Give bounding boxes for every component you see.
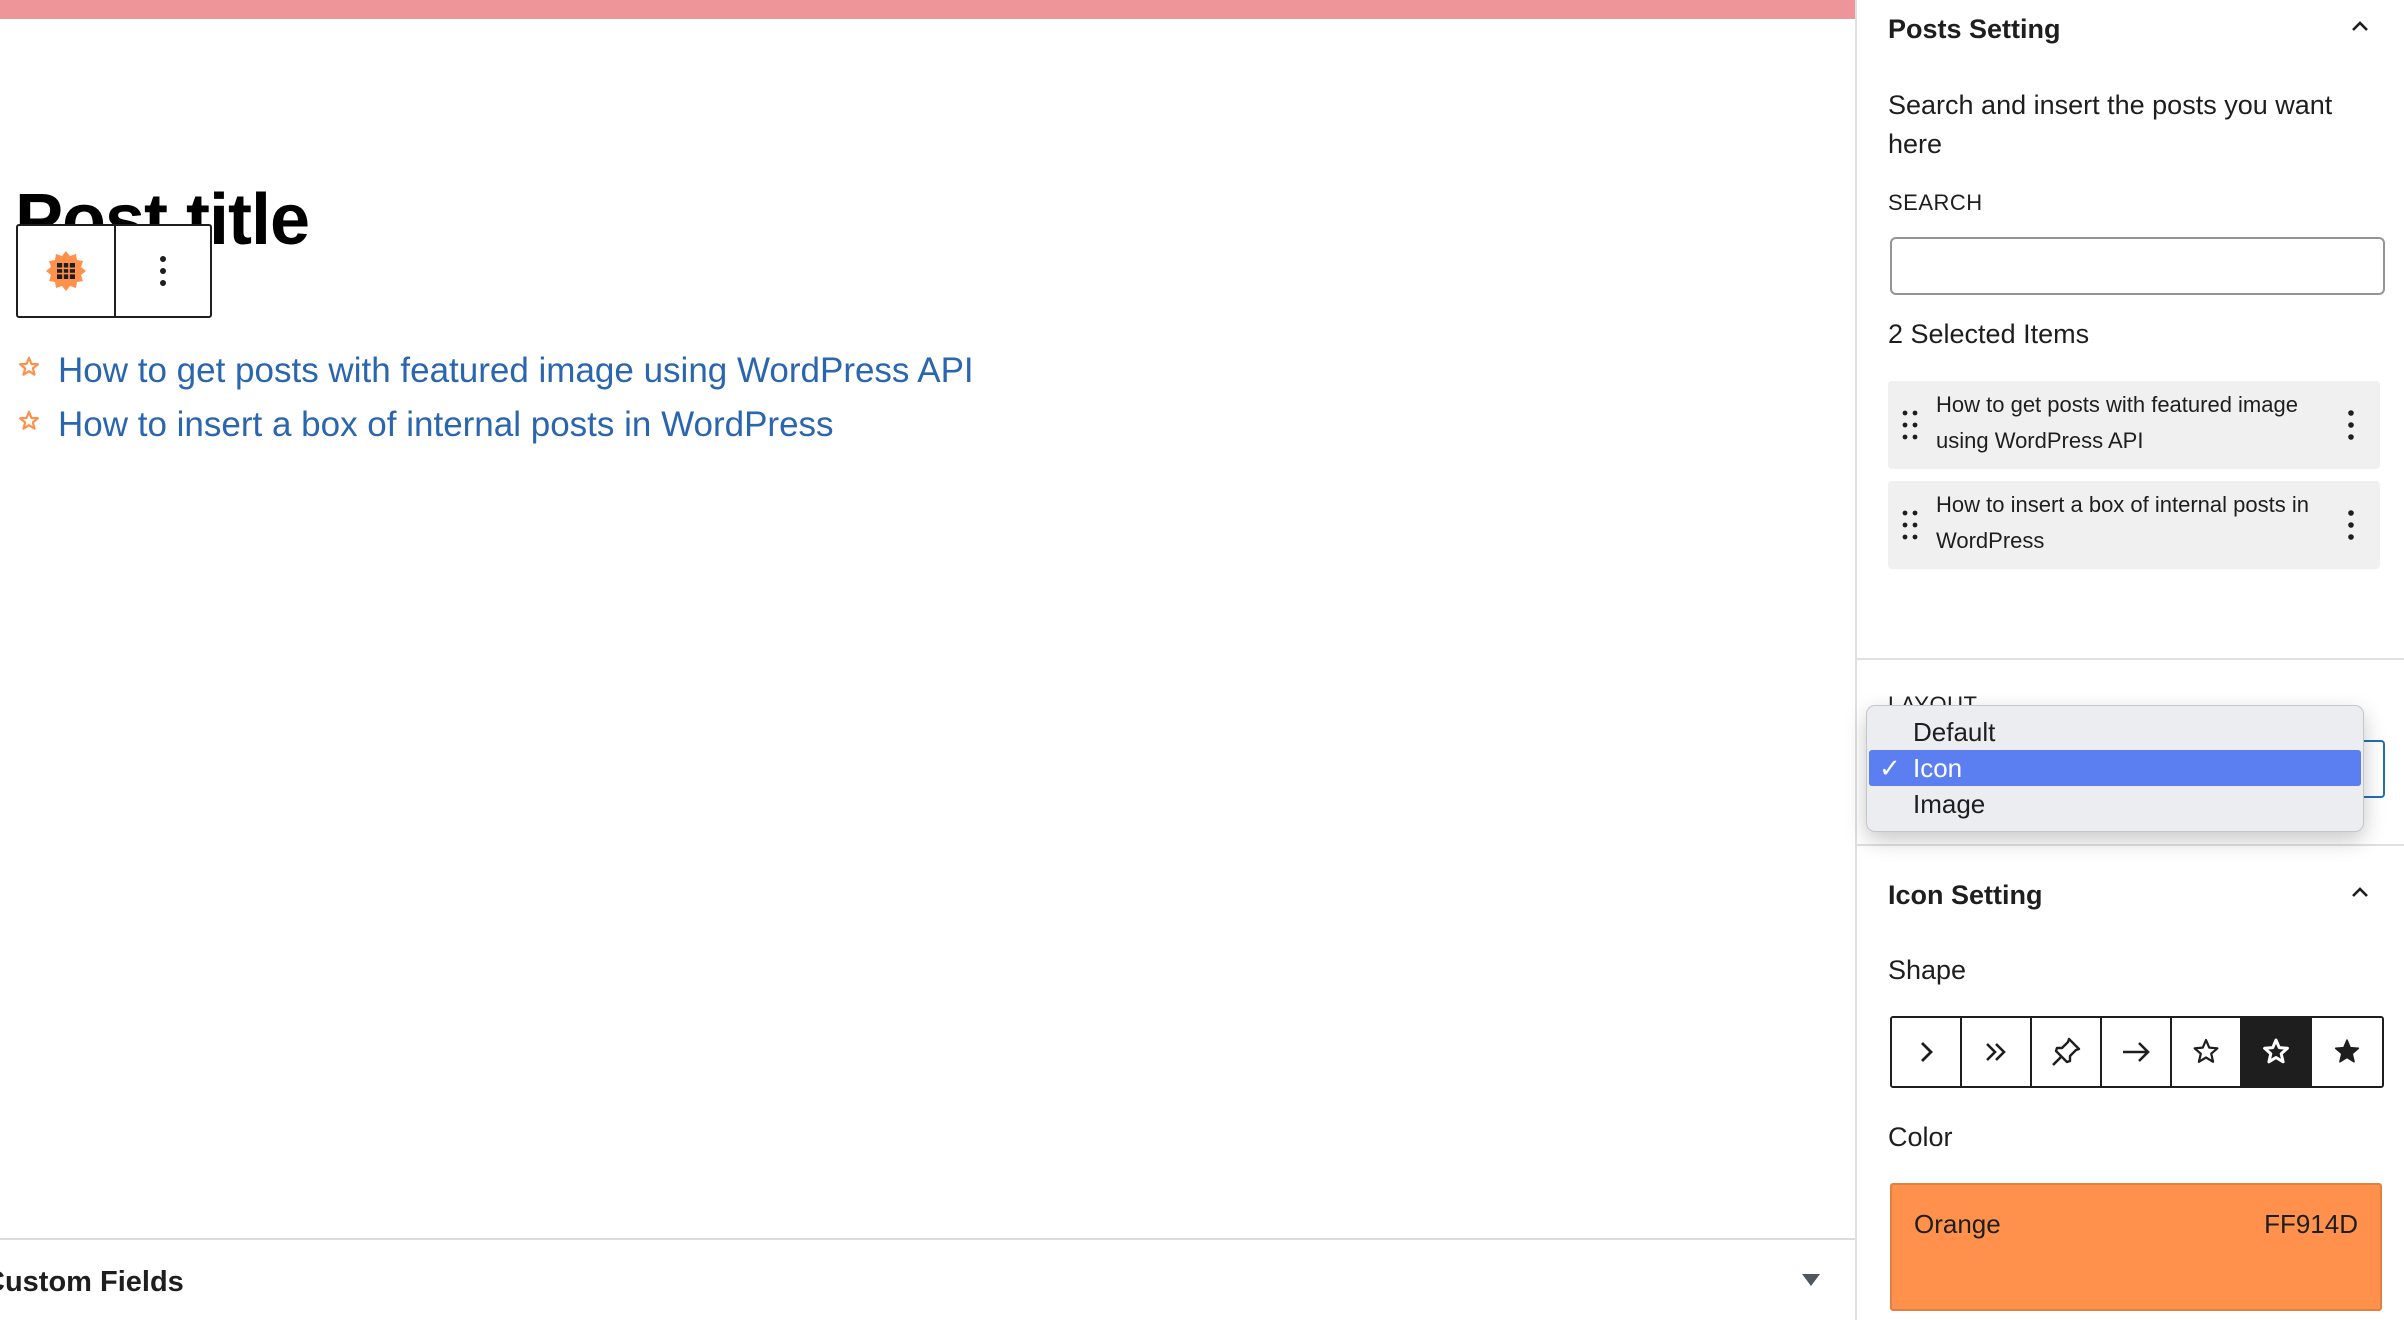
shape-option-star-outline[interactable]: [2172, 1018, 2242, 1086]
vertical-ellipsis-icon[interactable]: [2336, 407, 2366, 443]
star-filled-icon: [2334, 1039, 2360, 1063]
layout-dropdown-menu: Default ✓ Icon Image: [1866, 705, 2364, 832]
selected-item[interactable]: How to get posts with featured image usi…: [1888, 381, 2380, 469]
posts-setting-title[interactable]: Posts Setting: [1888, 14, 2061, 45]
shape-option-star-filled[interactable]: [2312, 1018, 2382, 1086]
selected-item-title: How to insert a box of internal posts in…: [1936, 492, 2309, 553]
block-toolbar: [16, 224, 212, 318]
custom-fields-title: Custom Fields: [0, 1266, 184, 1298]
layout-option-image[interactable]: Image: [1869, 786, 2361, 822]
search-input[interactable]: [1890, 237, 2385, 295]
posts-setting-description: Search and insert the posts you want her…: [1888, 90, 2333, 159]
star-icon: [19, 410, 39, 430]
caret-down-icon[interactable]: [1802, 1274, 1820, 1286]
star-icon: [19, 356, 39, 376]
selected-item-title: How to get posts with featured image usi…: [1936, 392, 2298, 453]
shape-selector: [1890, 1016, 2384, 1088]
layout-option-label: Image: [1913, 789, 1986, 819]
color-hex-value: FF914D: [2264, 1209, 2358, 1239]
pin-icon: [2052, 1037, 2081, 1066]
chevron-up-icon[interactable]: [2346, 12, 2374, 40]
icon-setting-title[interactable]: Icon Setting: [1888, 880, 2043, 911]
layout-option-label: Icon: [1913, 753, 1963, 783]
vertical-ellipsis-icon[interactable]: [2336, 507, 2366, 543]
panel-divider: [1857, 658, 2404, 660]
table-grid-icon: [46, 251, 86, 291]
star-outline-icon: [2193, 1038, 2219, 1063]
shape-option-pin[interactable]: [2032, 1018, 2102, 1086]
top-color-strip: [0, 0, 1855, 19]
posts-list: How to get posts with featured image usi…: [18, 344, 974, 452]
drag-handle-icon[interactable]: [1900, 409, 1920, 441]
shape-option-arrow[interactable]: [2102, 1018, 2172, 1086]
double-chevron-right-icon: [1986, 1043, 2006, 1061]
search-label: SEARCH: [1888, 190, 1983, 215]
layout-option-label: Default: [1913, 717, 1996, 747]
block-options-button[interactable]: [116, 226, 210, 316]
post-link[interactable]: How to insert a box of internal posts in…: [58, 398, 834, 452]
star-outline-bold-icon: [2263, 1038, 2289, 1064]
drag-handle-icon[interactable]: [1900, 509, 1920, 541]
shape-option-chevron[interactable]: [1892, 1018, 1962, 1086]
arrow-right-icon: [2123, 1042, 2150, 1062]
selected-items-count: 2 Selected Items: [1888, 319, 2090, 349]
list-item: How to insert a box of internal posts in…: [18, 398, 974, 452]
list-item: How to get posts with featured image usi…: [18, 344, 974, 398]
vertical-ellipsis-icon: [160, 256, 166, 286]
custom-fields-panel[interactable]: Custom Fields: [0, 1238, 1855, 1320]
layout-option-default[interactable]: Default: [1869, 714, 2361, 750]
shape-option-star-outline-bold[interactable]: [2242, 1018, 2312, 1086]
layout-option-icon[interactable]: ✓ Icon: [1869, 750, 2361, 786]
chevron-up-icon[interactable]: [2346, 878, 2374, 906]
selected-item[interactable]: How to insert a box of internal posts in…: [1888, 481, 2380, 569]
settings-sidebar: Posts Setting Search and insert the post…: [1855, 0, 2404, 1320]
shape-option-double-chevron[interactable]: [1962, 1018, 2032, 1086]
panel-divider: [1857, 844, 2404, 846]
color-name: Orange: [1914, 1209, 2001, 1239]
block-type-button[interactable]: [18, 226, 116, 316]
post-link[interactable]: How to get posts with featured image usi…: [58, 344, 974, 398]
editor-canvas: Post title How to get posts with feature…: [0, 0, 1855, 1320]
color-label: Color: [1888, 1122, 1953, 1152]
checkmark-icon: ✓: [1879, 753, 1901, 783]
color-swatch[interactable]: Orange FF914D: [1890, 1183, 2382, 1311]
chevron-right-icon: [1921, 1042, 1933, 1062]
shape-label: Shape: [1888, 955, 1967, 985]
